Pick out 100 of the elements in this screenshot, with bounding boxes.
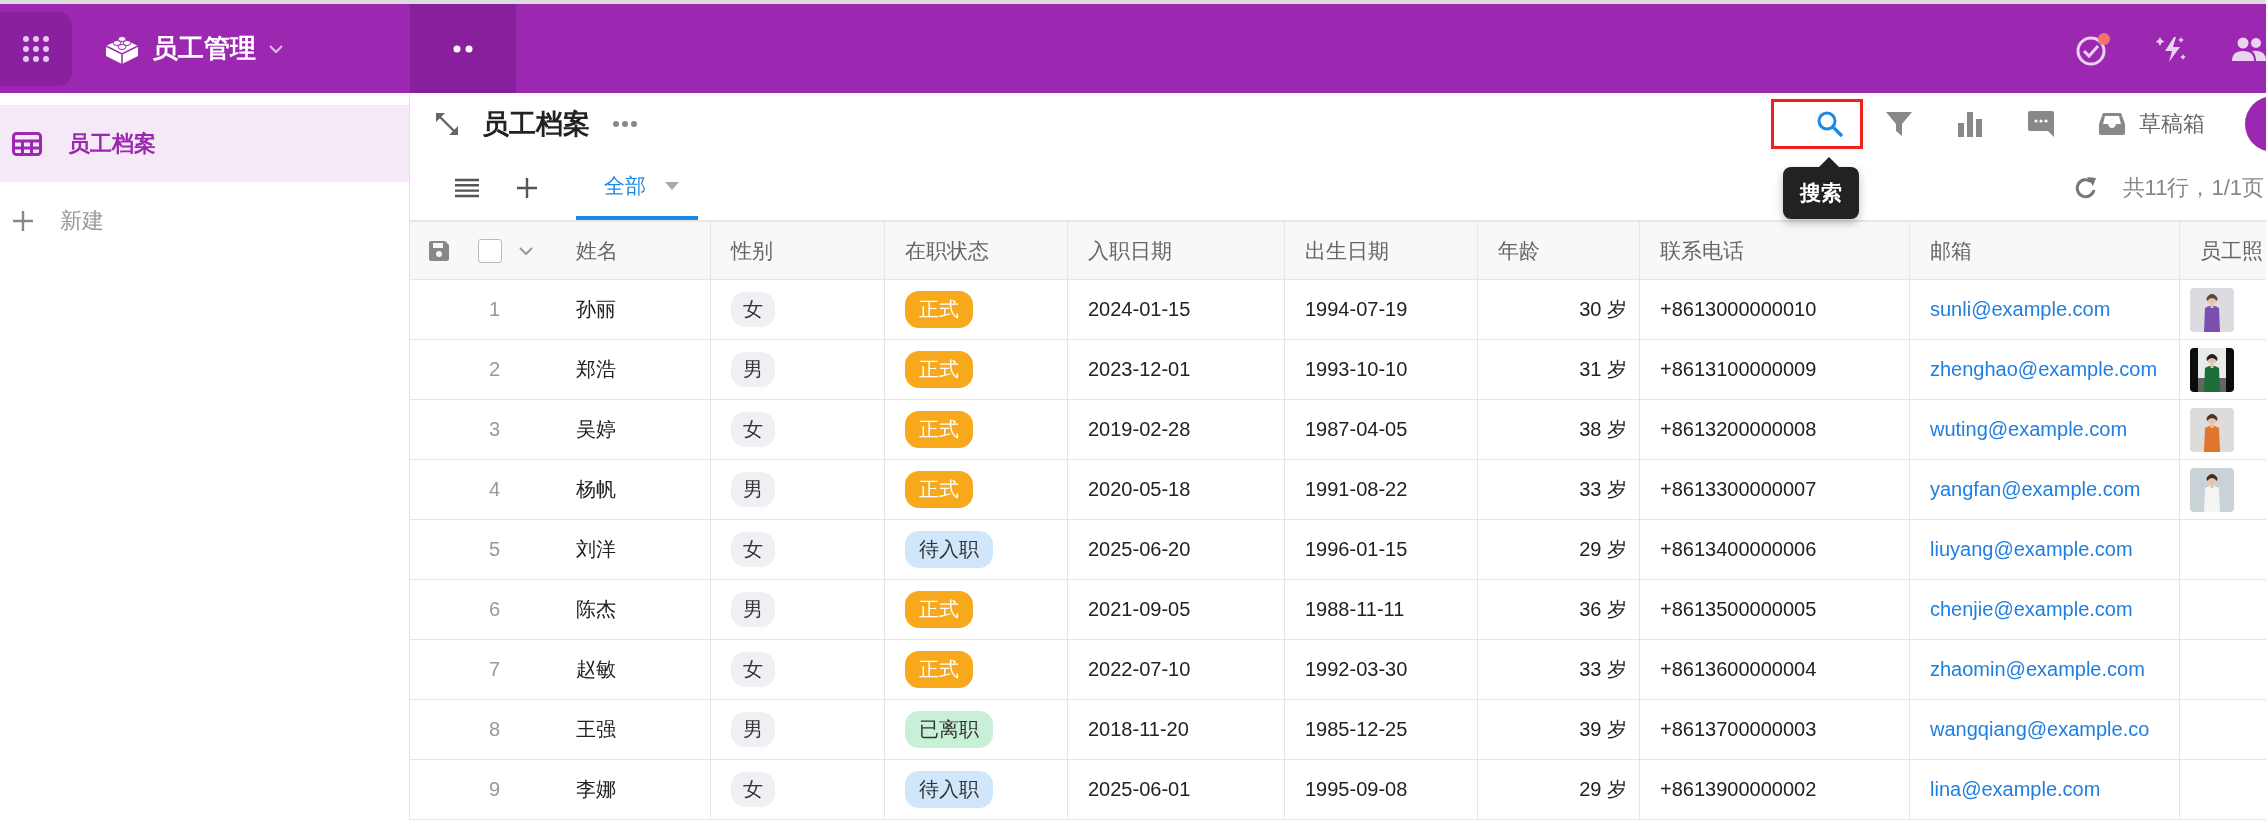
status-tag: 待入职 bbox=[905, 771, 993, 808]
column-header[interactable]: 联系电话 bbox=[1660, 236, 1744, 265]
drafts-button[interactable]: 草稿箱 bbox=[2077, 99, 2227, 149]
name-text: 孙丽 bbox=[576, 297, 616, 322]
add-view-icon bbox=[516, 176, 538, 199]
people-icon bbox=[2232, 36, 2266, 61]
chevron-down-icon bbox=[268, 43, 284, 54]
filter-icon bbox=[1885, 111, 1913, 137]
date-text: 2020-05-18 bbox=[1088, 478, 1191, 501]
email-link[interactable]: zhaomin@example.com bbox=[1930, 658, 2145, 681]
email-link[interactable]: sunli@example.com bbox=[1930, 298, 2111, 321]
status-tag: 正式 bbox=[905, 651, 973, 688]
check-circle-icon bbox=[2076, 31, 2112, 66]
date-text: 2018-11-20 bbox=[1088, 718, 1189, 741]
expand-icon[interactable] bbox=[434, 111, 460, 137]
apps-grid-icon bbox=[23, 35, 49, 62]
date-text: 1991-08-22 bbox=[1305, 478, 1408, 501]
inbox-icon bbox=[2099, 112, 2125, 136]
date-text: 2019-02-28 bbox=[1088, 418, 1191, 441]
sidebar-item[interactable]: 新建 bbox=[0, 182, 409, 259]
row-number: 3 bbox=[488, 418, 500, 441]
age-text: 29 岁 bbox=[1579, 537, 1627, 562]
view-title: 员工档案 bbox=[482, 108, 590, 141]
phone-text: +8613400000006 bbox=[1660, 538, 1817, 561]
age-text: 33 岁 bbox=[1579, 477, 1627, 502]
status-tag: 正式 bbox=[905, 591, 973, 628]
column-header[interactable]: 性别 bbox=[731, 236, 773, 265]
phone-text: +8613200000008 bbox=[1660, 418, 1817, 441]
status-tag: 正式 bbox=[905, 291, 973, 328]
save-icon[interactable] bbox=[428, 239, 450, 262]
date-text: 1985-12-25 bbox=[1305, 718, 1408, 741]
search-button[interactable] bbox=[1771, 99, 1863, 149]
status-tag: 正式 bbox=[905, 411, 973, 448]
phone-text: +8613600000004 bbox=[1660, 658, 1817, 681]
phone-text: +8613500000005 bbox=[1660, 598, 1817, 621]
row-number: 5 bbox=[488, 538, 500, 561]
date-text: 1992-03-30 bbox=[1305, 658, 1408, 681]
email-link[interactable]: zhenghao@example.com bbox=[1930, 358, 2158, 381]
members-button[interactable] bbox=[2232, 36, 2266, 61]
date-text: 1988-11-11 bbox=[1305, 598, 1405, 621]
plus-icon bbox=[12, 209, 34, 232]
status-tag: 已离职 bbox=[905, 711, 993, 748]
name-text: 刘洋 bbox=[576, 537, 616, 562]
date-text: 2025-06-20 bbox=[1088, 538, 1191, 561]
email-link[interactable]: lina@example.com bbox=[1930, 778, 2101, 801]
table-icon bbox=[12, 131, 42, 156]
phone-text: +8613300000007 bbox=[1660, 478, 1817, 501]
tooltip: 搜索 bbox=[1783, 167, 1859, 219]
row-number: 8 bbox=[488, 718, 500, 741]
tasks-button[interactable] bbox=[2076, 31, 2112, 66]
email-link[interactable]: yangfan@example.com bbox=[1930, 478, 2141, 501]
column-header[interactable]: 入职日期 bbox=[1088, 236, 1172, 265]
row-number: 4 bbox=[488, 478, 500, 501]
status-tag: 待入职 bbox=[905, 531, 993, 568]
sidebar-item[interactable]: 员工档案 bbox=[0, 105, 409, 182]
email-link[interactable]: chenjie@example.com bbox=[1930, 598, 2133, 621]
phone-text: +8613100000009 bbox=[1660, 358, 1817, 381]
age-text: 31 岁 bbox=[1579, 357, 1627, 382]
row-number: 7 bbox=[488, 658, 500, 681]
apps-button[interactable] bbox=[0, 11, 72, 86]
chevron-down-icon bbox=[518, 245, 534, 256]
date-text: 1996-01-15 bbox=[1305, 538, 1408, 561]
column-header[interactable]: 年龄 bbox=[1498, 236, 1540, 265]
date-text: 1995-09-08 bbox=[1305, 778, 1408, 801]
name-text: 李娜 bbox=[576, 777, 616, 802]
age-text: 30 岁 bbox=[1579, 297, 1627, 322]
email-link[interactable]: wuting@example.com bbox=[1930, 418, 2128, 441]
gender-tag: 女 bbox=[731, 532, 775, 567]
app-title[interactable]: 员工管理 bbox=[152, 31, 256, 66]
email-link[interactable]: liuyang@example.com bbox=[1930, 538, 2133, 561]
select-all-checkbox[interactable] bbox=[478, 238, 502, 263]
status-tag: 正式 bbox=[905, 351, 973, 388]
gender-tag: 男 bbox=[731, 472, 775, 507]
gender-tag: 女 bbox=[731, 292, 775, 327]
bar-chart-icon bbox=[1957, 111, 1983, 137]
name-text: 赵敏 bbox=[576, 657, 616, 682]
status-tag: 正式 bbox=[905, 471, 973, 508]
gender-tag: 女 bbox=[731, 772, 775, 807]
row-number: 2 bbox=[488, 358, 500, 381]
age-text: 36 岁 bbox=[1579, 597, 1627, 622]
row-number: 6 bbox=[488, 598, 500, 621]
email-link[interactable]: wangqiang@example.co bbox=[1930, 718, 2150, 741]
gender-tag: 女 bbox=[731, 652, 775, 687]
gender-tag: 男 bbox=[731, 592, 775, 627]
name-text: 陈杰 bbox=[576, 597, 616, 622]
column-header[interactable]: 邮箱 bbox=[1930, 236, 1972, 265]
date-text: 2022-07-10 bbox=[1088, 658, 1191, 681]
column-header[interactable]: 姓名 bbox=[576, 236, 618, 265]
gender-tag: 女 bbox=[731, 412, 775, 447]
name-text: 王强 bbox=[576, 717, 616, 742]
age-text: 33 岁 bbox=[1579, 657, 1627, 682]
date-text: 1994-07-19 bbox=[1305, 298, 1408, 321]
list-icon[interactable] bbox=[454, 177, 480, 198]
comment-icon bbox=[2027, 110, 2055, 138]
more-icon[interactable] bbox=[612, 120, 638, 128]
tooltip-arrow bbox=[1819, 157, 1839, 167]
row-number: 9 bbox=[488, 778, 500, 801]
gender-tag: 男 bbox=[731, 712, 775, 747]
dots-button[interactable] bbox=[410, 4, 516, 93]
phone-text: +8613700000003 bbox=[1660, 718, 1817, 741]
